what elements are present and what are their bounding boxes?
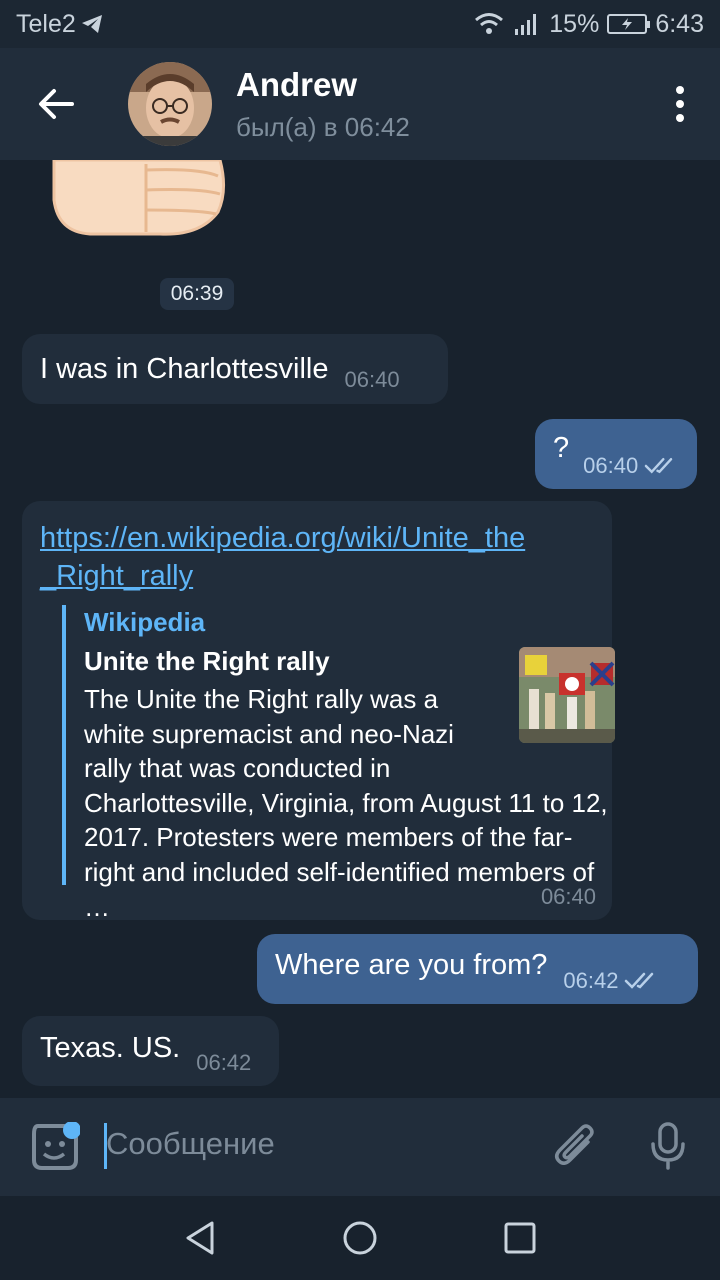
- signal-icon: [515, 14, 537, 35]
- status-bar: Tele2 15% 6:43: [0, 0, 720, 48]
- link-preview[interactable]: Wikipedia Unite the Right rally The Unit…: [62, 605, 615, 922]
- chat-title[interactable]: Andrew был(а) в 06:42: [236, 66, 410, 143]
- message-link-preview[interactable]: https://en.wikipedia.org/wiki/Unite_the …: [22, 501, 615, 922]
- double-check-icon: [644, 457, 673, 474]
- message-text: Where are you from?: [275, 948, 548, 981]
- more-vertical-icon[interactable]: [640, 48, 720, 160]
- battery-percent: 15%: [549, 9, 600, 38]
- preview-site: Wikipedia: [84, 607, 206, 637]
- message-outgoing[interactable]: Where are you from? 06:42: [257, 934, 698, 1004]
- sticker-time: 06:39: [160, 278, 234, 310]
- avatar[interactable]: [128, 62, 212, 146]
- message-time: 06:42: [196, 1050, 252, 1075]
- circle-home-icon[interactable]: [342, 1220, 378, 1256]
- message-text: Texas. US.: [40, 1031, 181, 1064]
- message-time: 06:40: [540, 884, 596, 909]
- double-check-icon: [625, 972, 654, 989]
- message-input[interactable]: Сообщение: [106, 1126, 275, 1162]
- telegram-status-icon: [81, 15, 102, 33]
- paperclip-icon[interactable]: [552, 1122, 598, 1172]
- message-time: 06:42: [563, 968, 619, 993]
- message-text: ?: [553, 431, 570, 464]
- message-outgoing[interactable]: ? 06:40: [535, 419, 697, 489]
- status-icons: 15% 6:43: [473, 10, 704, 39]
- clock: 6:43: [655, 9, 704, 38]
- chat-header: Andrew был(а) в 06:42: [0, 48, 720, 160]
- thumb-up-sticker[interactable]: [50, 158, 230, 240]
- carrier: Tele2: [16, 10, 104, 39]
- back-button[interactable]: [0, 48, 112, 160]
- last-seen: был(а) в 06:42: [236, 111, 410, 142]
- wifi-icon: [475, 13, 504, 34]
- sticker-icon[interactable]: [30, 1122, 80, 1172]
- wikipedia-link[interactable]: https://en.wikipedia.org/wiki/Unite_the …: [40, 519, 594, 595]
- chat-screen: Tele2 15% 6:43 Andrew был(а) в 06:42 06:…: [0, 0, 720, 1280]
- square-recent-icon[interactable]: [504, 1222, 536, 1254]
- message-time: 06:40: [583, 453, 639, 478]
- message-composer: Сообщение: [0, 1098, 720, 1196]
- carrier-name: Tele2: [16, 9, 76, 38]
- system-nav-bar: [0, 1196, 720, 1280]
- microphone-icon[interactable]: [648, 1120, 688, 1172]
- triangle-back-icon[interactable]: [184, 1220, 216, 1256]
- message-incoming[interactable]: I was in Charlottesville 06:40: [22, 334, 448, 404]
- message-incoming[interactable]: Texas. US. 06:42: [22, 1016, 279, 1086]
- arrow-left-icon: [39, 89, 74, 119]
- message-text: I was in Charlottesville: [40, 352, 329, 385]
- battery-icon: [607, 14, 651, 34]
- message-time: 06:40: [344, 367, 400, 392]
- contact-name: Andrew: [236, 65, 358, 103]
- preview-thumbnail[interactable]: [519, 647, 615, 743]
